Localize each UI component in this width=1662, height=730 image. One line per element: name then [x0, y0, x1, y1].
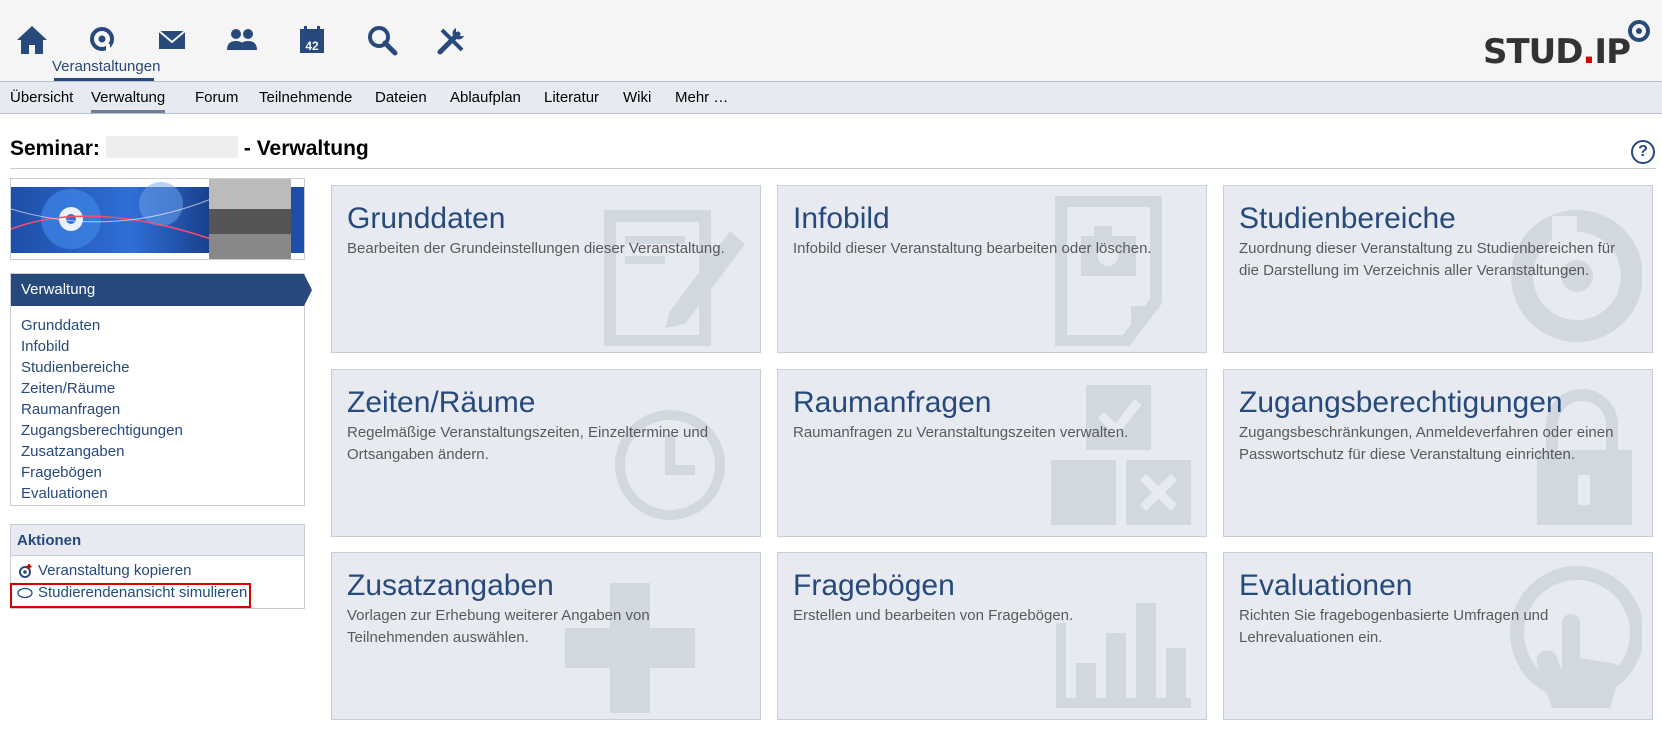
course-tabs: Übersicht Verwaltung Forum Teilnehmende … — [0, 81, 1662, 114]
tile-title: Zusatzangaben — [347, 569, 554, 602]
tile-description: Erstellen und bearbeiten von Fragebögen. — [793, 607, 1074, 624]
tile-zugangsberechtigungen[interactable]: Zugangsberechtigungen Zugangsbeschränkun… — [1223, 369, 1653, 537]
courses-icon[interactable] — [80, 18, 124, 62]
tile-description: Infobild dieser Veranstaltung bearbeiten… — [793, 240, 1152, 257]
search-icon[interactable] — [360, 18, 404, 62]
tile-studienbereiche[interactable]: Studienbereiche Zuordnung dieser Veranst… — [1223, 185, 1653, 353]
sidebar-heading-verwaltung[interactable]: Verwaltung — [11, 274, 304, 306]
tile-description: Bearbeiten der Grundeinstellungen dieser… — [347, 240, 725, 257]
community-icon[interactable] — [220, 18, 264, 62]
tile-title: Evaluationen — [1239, 569, 1413, 602]
calendar-day-number: 42 — [305, 39, 319, 53]
course-image — [10, 178, 305, 260]
studip-logo[interactable]: STUD.IP — [1483, 18, 1652, 72]
tab-teilnehmende[interactable]: Teilnehmende — [259, 82, 352, 113]
copy-course-label: Veranstaltung kopieren — [38, 562, 192, 579]
tab-wiki[interactable]: Wiki — [623, 82, 651, 113]
sidebar-item-grunddaten[interactable]: Grunddaten — [21, 317, 100, 334]
tile-evaluationen[interactable]: Evaluationen Richten Sie fragebogenbasie… — [1223, 552, 1653, 720]
logo-mark-icon — [1628, 20, 1650, 42]
tab-ablaufplan[interactable]: Ablaufplan — [450, 82, 521, 113]
tab-verwaltung[interactable]: Verwaltung — [91, 82, 166, 113]
tile-title: Grunddaten — [347, 202, 506, 235]
tile-grunddaten[interactable]: Grunddaten Bearbeiten der Grundeinstellu… — [331, 185, 761, 353]
tile-title: Raumanfragen — [793, 386, 992, 419]
sidebar-item-zugangsberechtigungen[interactable]: Zugangsberechtigungen — [21, 422, 183, 439]
page-title-suffix: - Verwaltung — [243, 137, 369, 160]
highlight-annotation — [10, 583, 251, 608]
tile-title: Studienbereiche — [1239, 202, 1456, 235]
sidebar-active-arrow — [304, 274, 312, 306]
logo-text-stud: STUD — [1482, 32, 1584, 72]
tile-infobild[interactable]: Infobild Infobild dieser Veranstaltung b… — [777, 185, 1207, 353]
tile-title: Fragebögen — [793, 569, 955, 602]
tile-raumanfragen[interactable]: Raumanfragen Raumanfragen zu Veranstaltu… — [777, 369, 1207, 537]
bar-chart-icon — [1056, 603, 1191, 708]
copy-course-icon — [19, 563, 32, 578]
tile-description: Regelmäßige Veranstaltungszeiten, Einzel… — [347, 424, 709, 463]
tile-title: Infobild — [793, 202, 890, 235]
tab-uebersicht[interactable]: Übersicht — [10, 82, 73, 113]
tile-description: Raumanfragen zu Veranstaltungszeiten ver… — [793, 424, 1129, 441]
redacted-course-name — [105, 136, 238, 158]
tile-title: Zugangsberechtigungen — [1239, 386, 1563, 419]
help-button[interactable]: ? — [1631, 140, 1655, 164]
tile-description: Zuordnung dieser Veranstaltung zu Studie… — [1239, 240, 1616, 279]
tab-mehr[interactable]: Mehr … — [675, 82, 728, 113]
sidebar-item-evaluationen[interactable]: Evaluationen — [21, 485, 108, 502]
sidebar-item-zusatzangaben[interactable]: Zusatzangaben — [21, 443, 124, 460]
page-title-prefix: Seminar: — [10, 137, 100, 160]
nav-active-label[interactable]: Veranstaltungen — [52, 58, 160, 75]
sidebar-item-studienbereiche[interactable]: Studienbereiche — [21, 359, 129, 376]
actions-heading: Aktionen — [11, 525, 304, 556]
page-title: Seminar: - Verwaltung — [10, 136, 369, 161]
tile-description: Richten Sie fragebogenbasierte Umfragen … — [1239, 607, 1549, 646]
title-divider — [10, 168, 1656, 169]
calendar-icon[interactable]: 42 — [290, 18, 334, 62]
tile-title: Zeiten/Räume — [347, 386, 536, 419]
sidebar-navigation: Verwaltung Grunddaten Infobild Studienbe… — [10, 273, 312, 506]
tab-literatur[interactable]: Literatur — [544, 82, 599, 113]
tab-dateien[interactable]: Dateien — [375, 82, 427, 113]
mail-icon[interactable] — [150, 18, 194, 62]
tile-description: Zugangsbeschränkungen, Anmeldeverfahren … — [1239, 424, 1614, 463]
room-request-icon — [1051, 385, 1191, 525]
logo-text-ip: IP — [1594, 32, 1631, 72]
home-icon[interactable] — [10, 18, 54, 62]
sidebar-item-frageboegen[interactable]: Fragebögen — [21, 464, 102, 481]
image-document-icon — [1055, 196, 1162, 346]
tools-icon[interactable] — [430, 18, 474, 62]
copy-course-action[interactable]: Veranstaltung kopieren — [17, 562, 191, 579]
top-header: 42 Veranstaltungen STUD.IP — [0, 0, 1662, 81]
tile-zeiten-raeume[interactable]: Zeiten/Räume Regelmäßige Veranstaltungsz… — [331, 369, 761, 537]
tile-frageboegen[interactable]: Fragebögen Erstellen und bearbeiten von … — [777, 552, 1207, 720]
sidebar-item-infobild[interactable]: Infobild — [21, 338, 69, 355]
tile-description: Vorlagen zur Erhebung weiterer Angaben v… — [347, 607, 650, 646]
tile-zusatzangaben[interactable]: Zusatzangaben Vorlagen zur Erhebung weit… — [331, 552, 761, 720]
edit-document-icon — [604, 210, 745, 346]
logo-dot: . — [1582, 32, 1596, 72]
sidebar-item-raumanfragen[interactable]: Raumanfragen — [21, 401, 120, 418]
tab-forum[interactable]: Forum — [195, 82, 238, 113]
sidebar-item-zeiten-raeume[interactable]: Zeiten/Räume — [21, 380, 115, 397]
